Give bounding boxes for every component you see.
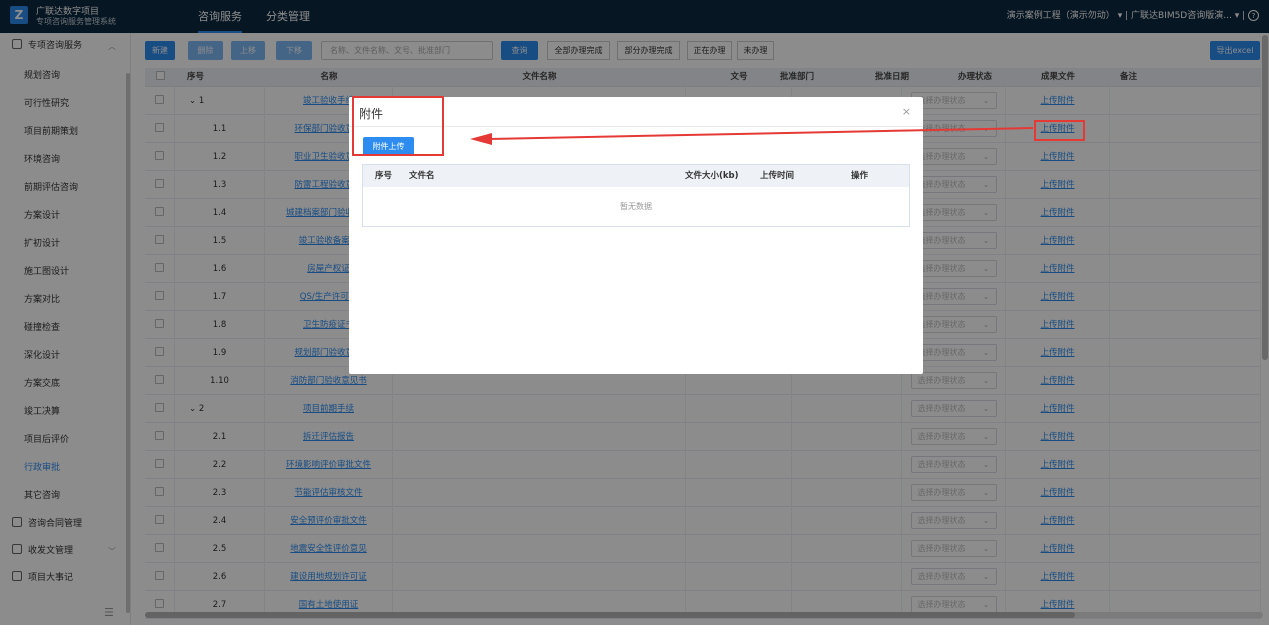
- annotation-arrow-icon: [470, 127, 1034, 145]
